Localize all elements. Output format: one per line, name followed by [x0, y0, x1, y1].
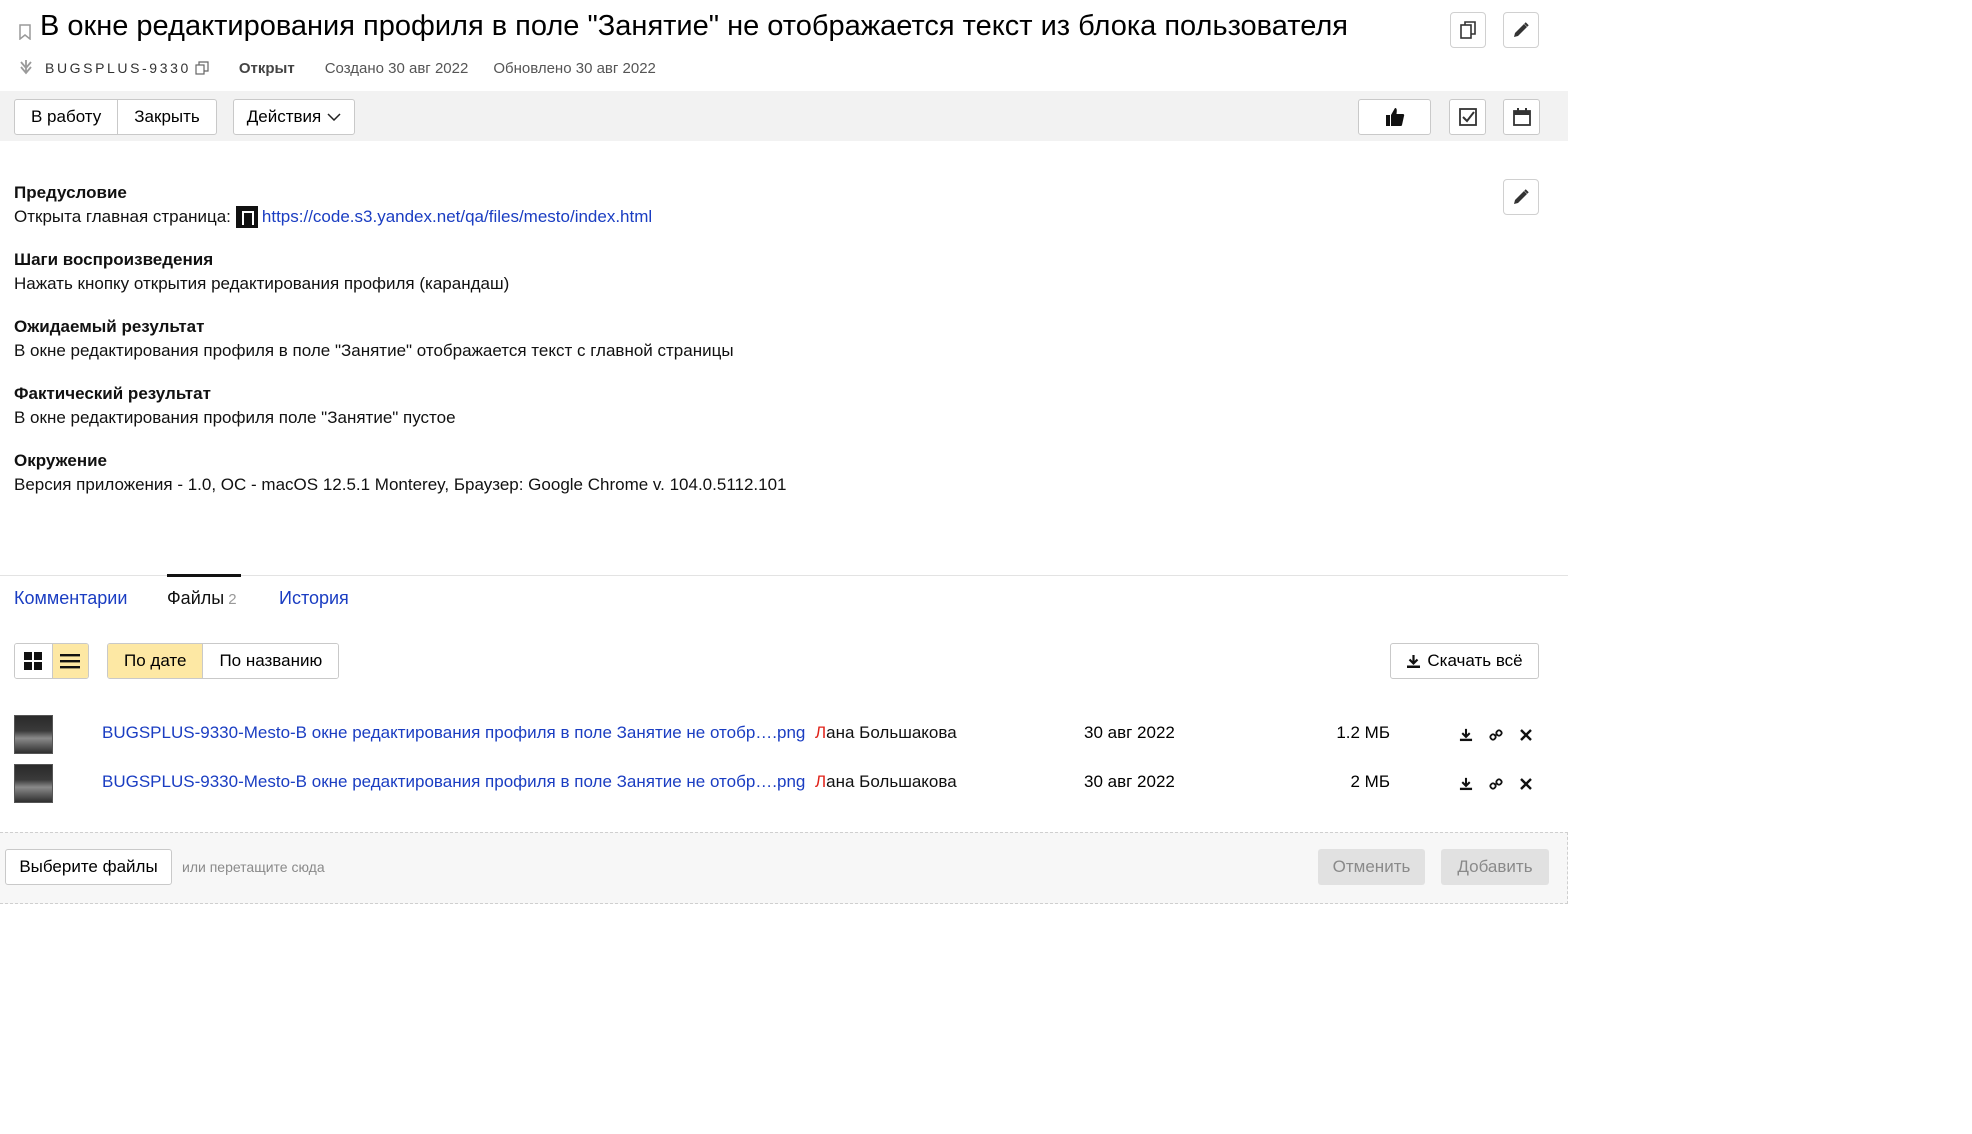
issue-key[interactable]: BUGSPLUS-9330	[45, 60, 191, 76]
close-icon	[1520, 778, 1532, 790]
sort-by-name-button[interactable]: По названию	[202, 644, 339, 678]
copy-issue-button[interactable]	[1450, 12, 1486, 48]
environment-heading: Окружение	[14, 451, 108, 470]
copy-icon[interactable]	[195, 61, 209, 75]
close-icon	[1520, 729, 1532, 741]
checklist-icon	[1458, 108, 1477, 126]
tab-comments[interactable]: Комментарии	[14, 586, 127, 610]
grid-view-button[interactable]	[15, 644, 52, 678]
file-upload-area[interactable]: Выберите файлы или перетащите сюда Отмен…	[0, 832, 1568, 904]
link-icon	[1489, 729, 1503, 741]
delete-file-button[interactable]	[1516, 774, 1536, 794]
file-author[interactable]: Лана Большакова	[815, 772, 957, 792]
file-date: 30 авг 2022	[1084, 772, 1175, 791]
file-row: BUGSPLUS-9330-Mesto-В окне редактировани…	[0, 764, 1568, 804]
file-name-link[interactable]: BUGSPLUS-9330-Mesto-В окне редактировани…	[102, 772, 805, 792]
list-view-icon	[60, 654, 81, 669]
choose-files-button[interactable]: Выберите файлы	[5, 849, 172, 885]
steps-heading: Шаги воспроизведения	[14, 250, 214, 269]
delete-file-button[interactable]	[1516, 725, 1536, 745]
download-icon	[1459, 777, 1473, 791]
precondition-text: Открыта главная страница: https://code.s…	[14, 204, 1214, 230]
files-count: 2	[228, 591, 237, 608]
author-initial: Л	[815, 723, 827, 742]
view-toggle	[14, 643, 89, 679]
cancel-upload-button[interactable]: Отменить	[1318, 849, 1425, 885]
precondition-heading: Предусловие	[14, 183, 127, 202]
file-date: 30 авг 2022	[1084, 723, 1175, 742]
thumbs-up-icon	[1385, 108, 1404, 126]
actions-label: Действия	[246, 107, 322, 126]
tab-history[interactable]: История	[279, 586, 349, 610]
precondition-section: Предусловие Открыта главная страница: ht…	[14, 182, 1214, 230]
download-all-label: Скачать всё	[1427, 651, 1523, 670]
workflow-buttons: В работу Закрыть	[14, 99, 217, 135]
environment-text: Версия приложения - 1.0, ОС - macOS 12.5…	[14, 475, 787, 494]
drop-hint: или перетащите сюда	[182, 859, 325, 875]
issue-type-icon	[20, 60, 32, 75]
copy-file-link-button[interactable]	[1486, 725, 1506, 745]
issue-title: В окне редактирования профиля в поле "За…	[40, 10, 1348, 42]
issue-toolbar: В работу Закрыть Действия	[0, 91, 1568, 141]
edit-icon	[1514, 189, 1529, 204]
issue-description: Предусловие Открыта главная страница: ht…	[14, 182, 1214, 517]
steps-text: Нажать кнопку открытия редактирования пр…	[14, 274, 510, 293]
download-file-button[interactable]	[1456, 774, 1476, 794]
issue-page: В окне редактирования профиля в поле "За…	[0, 0, 1568, 905]
steps-section: Шаги воспроизведения Нажать кнопку откры…	[14, 249, 1214, 297]
edit-title-button[interactable]	[1503, 12, 1539, 48]
file-name-link[interactable]: BUGSPLUS-9330-Mesto-В окне редактировани…	[102, 723, 805, 743]
download-file-button[interactable]	[1456, 725, 1476, 745]
download-icon	[1459, 728, 1473, 742]
list-view-button[interactable]	[51, 644, 88, 678]
file-author[interactable]: Лана Большакова	[815, 723, 957, 743]
add-files-button[interactable]: Добавить	[1441, 849, 1549, 885]
vote-button[interactable]	[1358, 99, 1431, 135]
close-issue-button[interactable]: Закрыть	[117, 100, 215, 134]
file-size: 2 МБ	[1350, 772, 1391, 791]
chevron-down-icon	[327, 113, 341, 121]
checklist-button[interactable]	[1449, 99, 1486, 135]
actual-heading: Фактический результат	[14, 384, 211, 403]
precondition-link[interactable]: https://code.s3.yandex.net/qa/files/mest…	[262, 204, 652, 230]
deadline-button[interactable]	[1503, 99, 1540, 135]
author-name-rest: ана Большакова	[826, 723, 957, 742]
copy-file-link-button[interactable]	[1486, 774, 1506, 794]
created-date: Создано 30 авг 2022	[324, 59, 469, 77]
grid-view-icon	[24, 652, 43, 670]
environment-section: Окружение Версия приложения - 1.0, ОС - …	[14, 450, 1214, 498]
bookmark-icon[interactable]	[18, 24, 32, 40]
precondition-label: Открыта главная страница:	[14, 207, 231, 226]
sort-by-date-button[interactable]: По дате	[108, 644, 203, 678]
file-size: 1.2 МБ	[1336, 723, 1390, 742]
file-thumbnail[interactable]	[14, 764, 53, 803]
file-row: BUGSPLUS-9330-Mesto-В окне редактировани…	[0, 715, 1568, 755]
site-favicon-icon	[235, 206, 258, 228]
edit-icon	[1514, 22, 1529, 37]
actions-dropdown[interactable]: Действия	[233, 99, 355, 135]
download-all-button[interactable]: Скачать всё	[1390, 643, 1539, 679]
issue-meta: BUGSPLUS-9330 Открыт Создано 30 авг 2022…	[14, 58, 656, 78]
author-initial: Л	[815, 772, 827, 791]
expected-section: Ожидаемый результат В окне редактировани…	[14, 316, 1214, 364]
tab-files-label: Файлы	[167, 588, 225, 608]
calendar-icon	[1512, 108, 1531, 126]
file-thumbnail[interactable]	[14, 715, 53, 754]
expected-heading: Ожидаемый результат	[14, 317, 205, 336]
download-icon	[1407, 654, 1421, 668]
copy-link-icon	[1460, 21, 1476, 39]
expected-text: В окне редактирования профиля в поле "За…	[14, 341, 734, 360]
status-badge[interactable]: Открыт	[239, 60, 295, 77]
actual-section: Фактический результат В окне редактирова…	[14, 383, 1214, 431]
tab-files[interactable]: Файлы 2	[167, 586, 237, 612]
sort-toggle: По дате По названию	[107, 643, 340, 679]
link-icon	[1489, 778, 1503, 790]
edit-description-button[interactable]	[1503, 179, 1539, 215]
actual-text: В окне редактирования профиля поле "Заня…	[14, 408, 456, 427]
author-name-rest: ана Большакова	[826, 772, 957, 791]
active-tab-indicator	[167, 574, 241, 577]
updated-date: Обновлено 30 авг 2022	[493, 59, 656, 77]
to-work-button[interactable]: В работу	[15, 100, 117, 134]
